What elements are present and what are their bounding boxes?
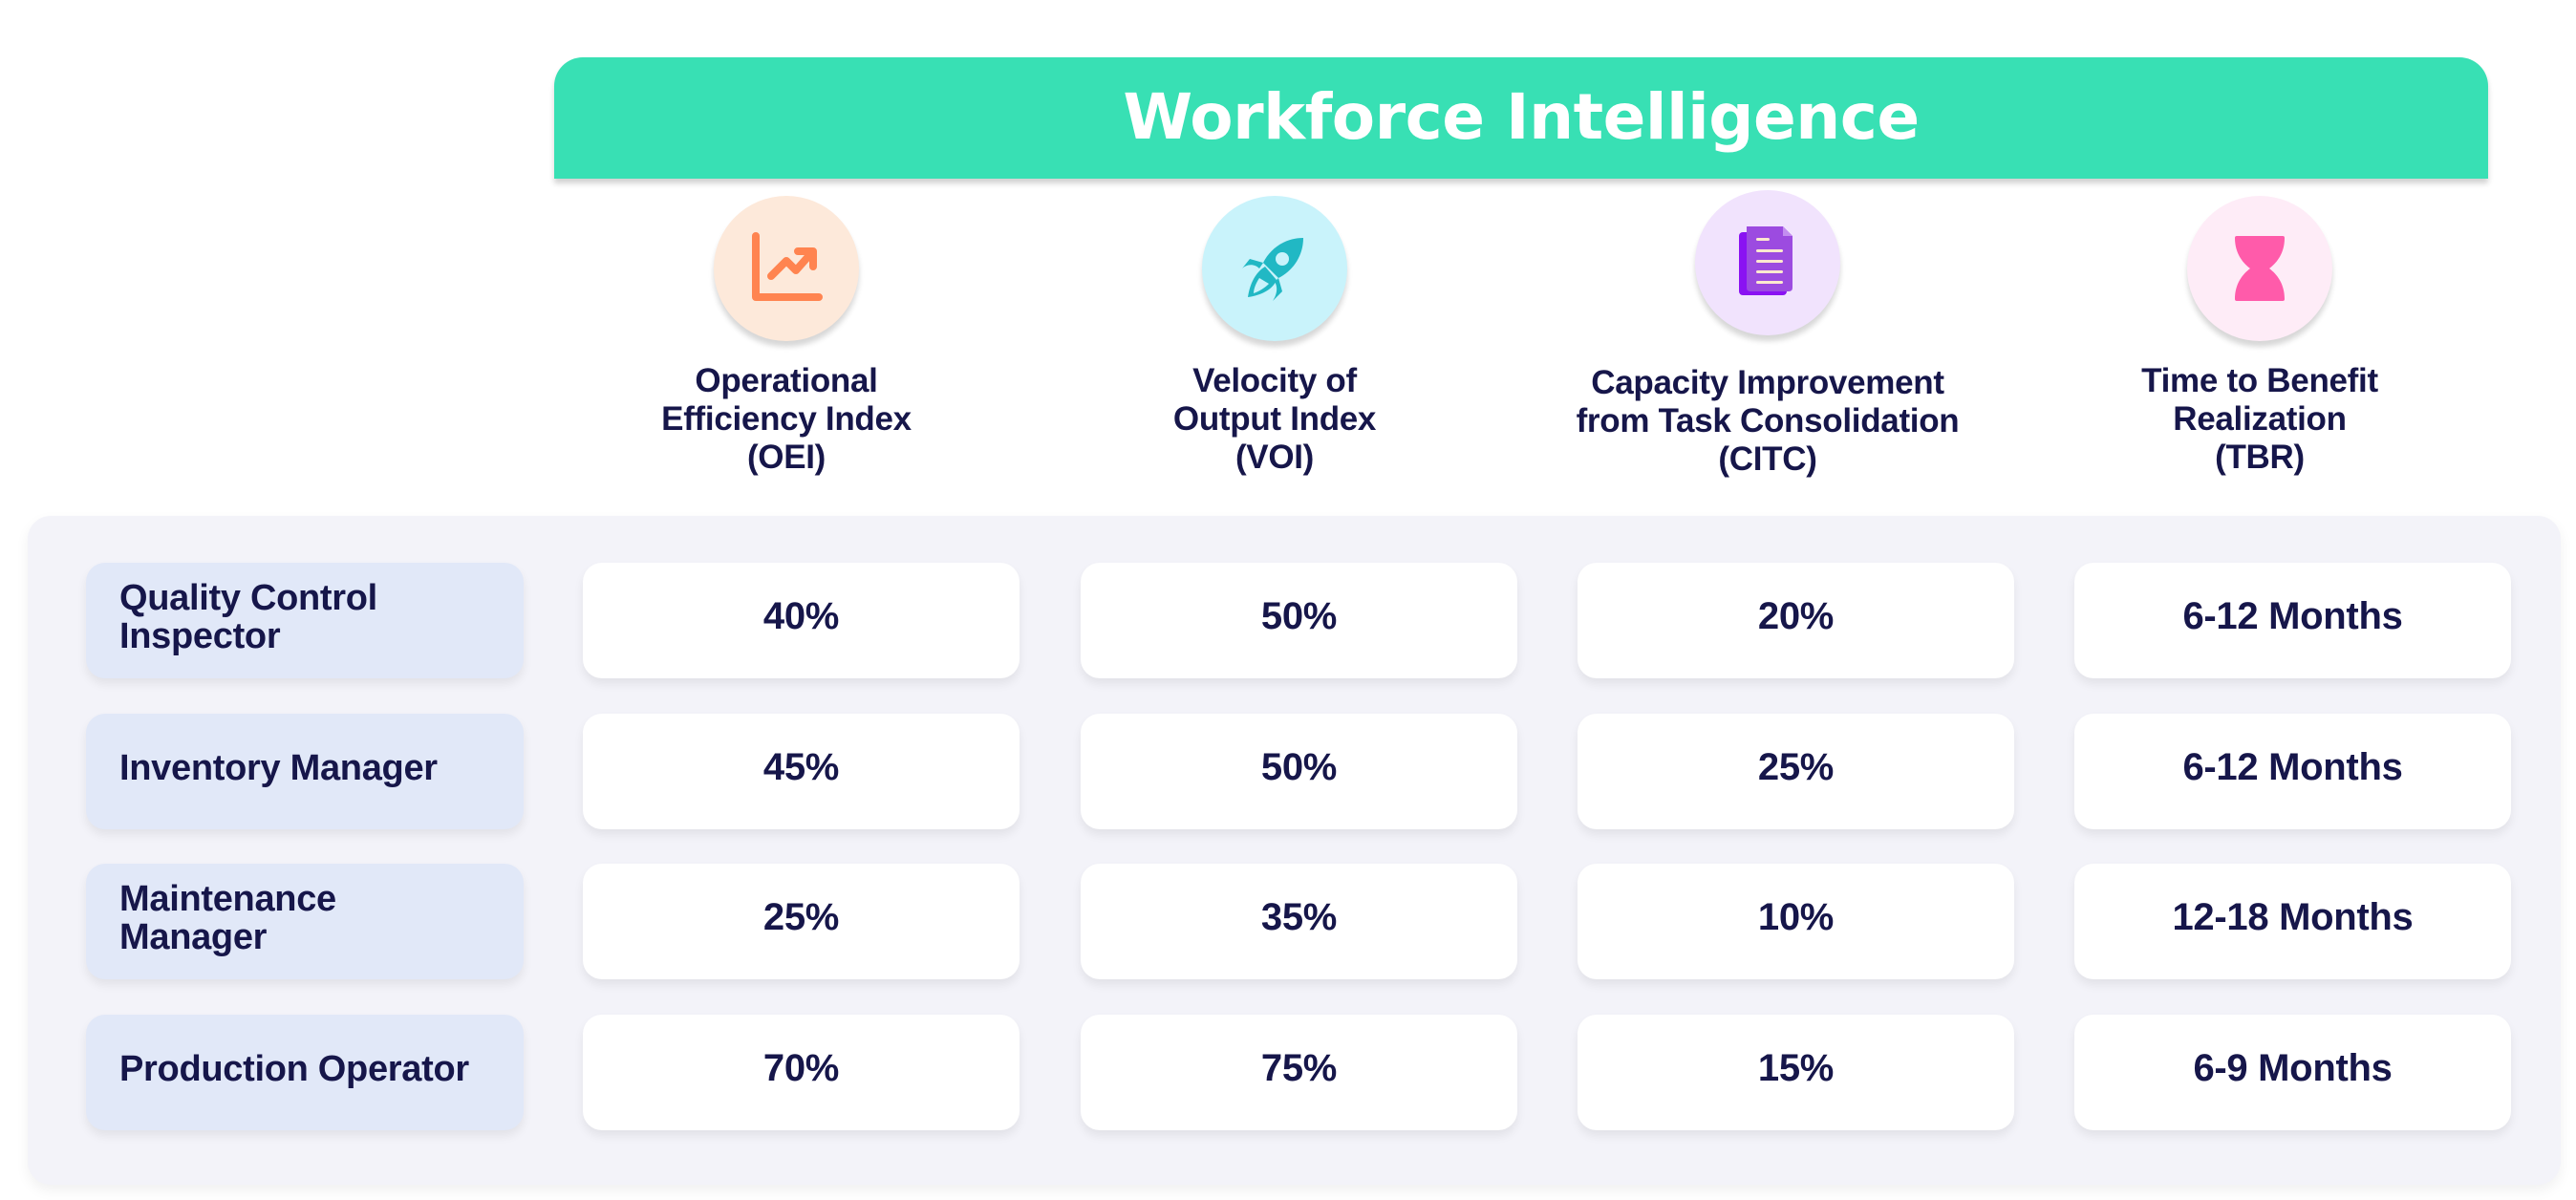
table-cell-oei: 40% bbox=[583, 563, 1020, 678]
metric-header-tbr: Time to Benefit Realization (TBR) bbox=[2030, 196, 2489, 477]
metric-header-oei: Operational Efficiency Index (OEI) bbox=[557, 196, 1016, 477]
rocket-icon bbox=[1242, 238, 1303, 301]
table-cell-citc: 25% bbox=[1578, 714, 2014, 829]
metric-label: Time to Benefit Realization (TBR) bbox=[2141, 362, 2378, 476]
table-cell-tbr: 6-12 Months bbox=[2074, 714, 2511, 829]
metric-header-voi: Velocity of Output Index (VOI) bbox=[1045, 196, 1504, 477]
cell-value: 70% bbox=[762, 1047, 840, 1089]
cell-value: 50% bbox=[1260, 746, 1338, 788]
metric-label: Operational Efficiency Index (OEI) bbox=[661, 362, 912, 476]
cell-value: 45% bbox=[762, 746, 840, 788]
metric-icon-circle bbox=[2187, 196, 2332, 341]
cell-value: 75% bbox=[1260, 1047, 1338, 1089]
cell-value: 6-12 Months bbox=[2182, 746, 2403, 788]
cell-value: 6-12 Months bbox=[2182, 595, 2403, 637]
row-label-quality-control-inspector: Quality Control Inspector bbox=[86, 563, 524, 678]
cell-value: 50% bbox=[1260, 595, 1338, 637]
table-cell-voi: 75% bbox=[1081, 1015, 1517, 1130]
row-label-maintenance-manager: Maintenance Manager bbox=[86, 864, 524, 979]
row-label-inventory-manager: Inventory Manager bbox=[86, 714, 524, 829]
hourglass-icon bbox=[2235, 236, 2285, 301]
cell-value: 40% bbox=[762, 595, 840, 637]
row-label-text: Quality Control Inspector bbox=[119, 577, 377, 656]
metric-icon-circle bbox=[714, 196, 859, 341]
row-label-text: Maintenance Manager bbox=[119, 878, 336, 957]
metric-label: Capacity Improvement from Task Consolida… bbox=[1576, 364, 1960, 478]
table-cell-oei: 25% bbox=[583, 864, 1020, 979]
row-label-production-operator: Production Operator bbox=[86, 1015, 524, 1130]
metric-label: Velocity of Output Index (VOI) bbox=[1172, 362, 1377, 476]
metric-header-citc: Capacity Improvement from Task Consolida… bbox=[1538, 190, 1997, 479]
table-cell-citc: 15% bbox=[1578, 1015, 2014, 1130]
cell-value: 6-9 Months bbox=[2193, 1047, 2393, 1089]
metric-icon-circle bbox=[1202, 196, 1347, 341]
table-cell-citc: 10% bbox=[1578, 864, 2014, 979]
cell-value: 20% bbox=[1757, 595, 1835, 637]
table-cell-voi: 50% bbox=[1081, 714, 1517, 829]
cell-value: 10% bbox=[1757, 896, 1835, 938]
row-label-text: Production Operator bbox=[119, 1048, 469, 1089]
metric-icon-circle bbox=[1695, 190, 1840, 335]
cell-value: 35% bbox=[1260, 896, 1338, 938]
cell-value: 25% bbox=[762, 896, 840, 938]
trending-up-chart-icon bbox=[752, 232, 823, 301]
table-cell-voi: 50% bbox=[1081, 563, 1517, 678]
table-cell-citc: 20% bbox=[1578, 563, 2014, 678]
cell-value: 25% bbox=[1757, 746, 1835, 788]
cell-value: 12-18 Months bbox=[2172, 896, 2414, 938]
header-banner: Workforce Intelligence bbox=[554, 57, 2488, 179]
table-cell-tbr: 6-12 Months bbox=[2074, 563, 2511, 678]
table-cell-oei: 70% bbox=[583, 1015, 1020, 1130]
table-cell-tbr: 6-9 Months bbox=[2074, 1015, 2511, 1130]
cell-value: 15% bbox=[1757, 1047, 1835, 1089]
row-label-text: Inventory Manager bbox=[119, 747, 438, 788]
table-cell-oei: 45% bbox=[583, 714, 1020, 829]
table-cell-voi: 35% bbox=[1081, 864, 1517, 979]
document-icon bbox=[1739, 226, 1792, 295]
page-title: Workforce Intelligence bbox=[1123, 79, 1920, 154]
table-cell-tbr: 12-18 Months bbox=[2074, 864, 2511, 979]
